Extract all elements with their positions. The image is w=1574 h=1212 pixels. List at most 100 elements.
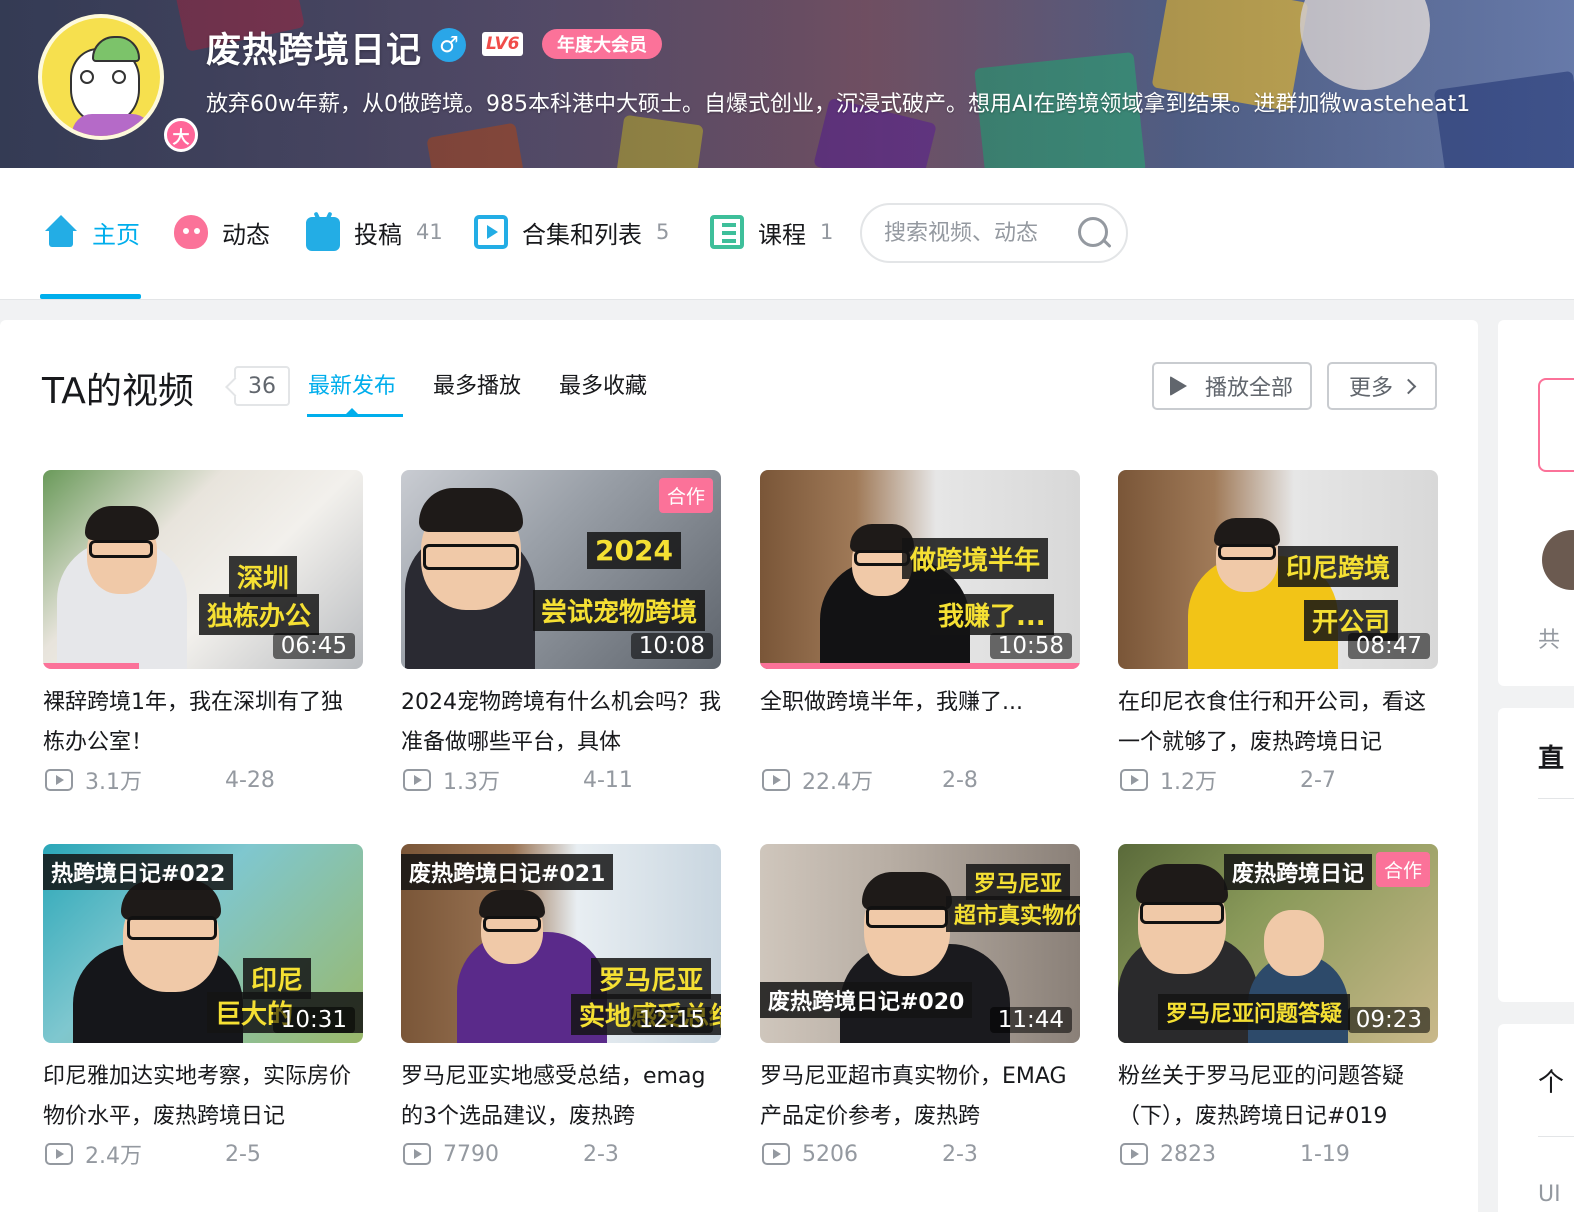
video-card[interactable]: 热跨境日记#022 印尼 巨大的 10:31 印尼雅加达实地考察，实际房价物价水… [43, 844, 363, 1169]
level-badge: LV6 [482, 32, 524, 56]
play-count-icon [45, 769, 73, 791]
video-duration: 08:47 [1347, 633, 1430, 659]
chevron-right-icon [1400, 378, 1417, 394]
video-duration: 11:44 [989, 1007, 1072, 1033]
divider [1538, 798, 1574, 799]
tv-icon [306, 217, 340, 251]
play-count-icon [403, 769, 431, 791]
video-thumbnail[interactable]: 做跨境半年 我赚了... 10:58 [760, 470, 1080, 669]
video-title[interactable]: 在印尼衣食住行和开公司，看这一个就够了，废热跨境日记 [1118, 683, 1438, 763]
view-count: 2823 [1160, 1141, 1216, 1167]
uploads-count: 41 [416, 220, 443, 244]
video-meta: 7790 2-3 [401, 1139, 721, 1169]
sidebar-fans-text: 共 [1538, 628, 1561, 653]
play-icon [1170, 376, 1187, 396]
video-duration: 10:31 [272, 1007, 355, 1033]
view-count: 2.4万 [85, 1144, 142, 1169]
video-thumbnail[interactable]: 罗马尼亚 超市真实物价 废热跨境日记#020 11:44 [760, 844, 1080, 1043]
avatar[interactable] [1542, 530, 1574, 590]
video-thumbnail[interactable]: 废热跨境日记 罗马尼亚问题答疑 合作 09:23 [1118, 844, 1438, 1043]
thumbnail-caption: 罗马尼亚 [966, 864, 1071, 900]
view-count: 1.2万 [1160, 770, 1217, 795]
video-title[interactable]: 粉丝关于罗马尼亚的问题答疑（下），废热跨境日记#019 [1118, 1057, 1438, 1137]
play-count-icon [762, 769, 790, 791]
divider [1538, 1136, 1574, 1137]
video-title[interactable]: 全职做跨境半年，我赚了... [760, 683, 1080, 763]
video-card[interactable]: 深圳 独栋办公 06:45 裸辞跨境1年，我在深圳有了独栋办公室！ 3.1万 4… [43, 470, 363, 795]
search-input[interactable] [884, 220, 1074, 246]
tab-dynamic[interactable]: 动态 [174, 212, 270, 252]
play-count-icon [762, 1143, 790, 1165]
watch-progress [760, 663, 1080, 669]
video-card[interactable]: 印尼跨境 开公司 08:47 在印尼衣食住行和开公司，看这一个就够了，废热跨境日… [1118, 470, 1438, 795]
thumbnail-caption: 超市真实物价 [946, 896, 1080, 932]
search-icon[interactable] [1078, 217, 1110, 249]
video-duration: 09:23 [1347, 1007, 1430, 1033]
search-box [860, 203, 1128, 263]
cooperation-badge: 合作 [658, 478, 713, 513]
video-card[interactable]: 废热跨境日记 罗马尼亚问题答疑 合作 09:23 粉丝关于罗马尼亚的问题答疑（下… [1118, 844, 1438, 1169]
video-card[interactable]: 废热跨境日记#021 罗马尼亚 实地感受总结 12:15 罗马尼亚实地感受总结，… [401, 844, 721, 1169]
video-thumbnail[interactable]: 废热跨境日记#021 罗马尼亚 实地感受总结 12:15 [401, 844, 721, 1043]
video-meta: 1.3万 4-11 [401, 765, 721, 795]
video-title[interactable]: 罗马尼亚实地感受总结，emag的3个选品建议，废热跨 [401, 1057, 721, 1137]
tab-collections[interactable]: 合集和列表 5 [474, 212, 669, 252]
publish-date: 2-3 [942, 1141, 978, 1167]
course-icon [710, 215, 744, 249]
sort-indicator [307, 414, 403, 417]
avatar[interactable]: 大 [38, 14, 198, 152]
thumbnail-caption: 我赚了... [930, 594, 1054, 635]
more-button[interactable]: 更多 [1327, 362, 1437, 410]
video-meta: 2823 1-19 [1118, 1139, 1438, 1169]
big-member-badge: 大 [164, 118, 198, 152]
video-duration: 10:58 [989, 633, 1072, 659]
courses-count: 1 [820, 220, 834, 244]
section-title: TA的视频 [42, 371, 194, 412]
vip-badge[interactable]: 年度大会员 [542, 29, 662, 59]
publish-date: 1-19 [1300, 1141, 1350, 1167]
tab-uploads[interactable]: 投稿 41 [306, 212, 443, 252]
video-thumbnail[interactable]: 深圳 独栋办公 06:45 [43, 470, 363, 669]
dynamic-icon [174, 215, 208, 249]
play-count-icon [1120, 769, 1148, 791]
video-thumbnail[interactable]: 热跨境日记#022 印尼 巨大的 10:31 [43, 844, 363, 1043]
video-meta: 2.4万 2-5 [43, 1139, 363, 1169]
video-card[interactable]: 做跨境半年 我赚了... 10:58 全职做跨境半年，我赚了... 22.4万 … [760, 470, 1080, 795]
sidebar-live-heading: 直 [1538, 744, 1565, 774]
video-title[interactable]: 裸辞跨境1年，我在深圳有了独栋办公室！ [43, 683, 363, 763]
tab-home[interactable]: 主页 [44, 212, 140, 252]
sort-latest[interactable]: 最新发布 [308, 368, 396, 400]
video-thumbnail[interactable]: 印尼跨境 开公司 08:47 [1118, 470, 1438, 669]
view-count: 5206 [802, 1141, 858, 1167]
video-title[interactable]: 2024宠物跨境有什么机会吗？我准备做哪些平台，具体 [401, 683, 721, 763]
publish-date: 2-8 [942, 767, 978, 793]
thumbnail-caption: 做跨境半年 [902, 538, 1049, 579]
user-signature: 放弃60w年薪，从0做跨境。985本科港中大硕士。自爆式创业，沉浸式破产。想用A… [206, 92, 1471, 117]
sidebar-action-box[interactable] [1538, 378, 1574, 472]
video-card[interactable]: 罗马尼亚 超市真实物价 废热跨境日记#020 11:44 罗马尼亚超市真实物价，… [760, 844, 1080, 1169]
video-meta: 22.4万 2-8 [760, 765, 1080, 795]
sort-most-favorited[interactable]: 最多收藏 [559, 368, 647, 400]
video-title[interactable]: 印尼雅加达实地考察，实际房价物价水平，废热跨境日记 [43, 1057, 363, 1137]
video-duration: 06:45 [272, 633, 355, 659]
sidebar-stats-card: 共 [1498, 320, 1574, 686]
play-count-icon [403, 1143, 431, 1165]
thumbnail-caption: 2024 [587, 532, 681, 569]
sidebar-live-card: 直 [1498, 708, 1574, 1002]
sidebar-personal-card: 个 UI [1498, 1024, 1574, 1212]
publish-date: 4-28 [225, 767, 275, 793]
sort-most-played[interactable]: 最多播放 [433, 368, 521, 400]
video-title[interactable]: 罗马尼亚超市真实物价，EMAG产品定价参考，废热跨 [760, 1057, 1080, 1137]
cooperation-badge: 合作 [1375, 852, 1430, 887]
play-count-icon [1120, 1143, 1148, 1165]
username: 废热跨境日记 [206, 31, 423, 71]
play-all-button[interactable]: 播放全部 [1152, 362, 1312, 410]
video-card[interactable]: 2024 尝试宠物跨境 合作 10:08 2024宠物跨境有什么机会吗？我准备做… [401, 470, 721, 795]
thumbnail-caption: 废热跨境日记#021 [401, 854, 614, 890]
play-count-icon [45, 1143, 73, 1165]
view-count: 22.4万 [802, 770, 873, 795]
tab-courses[interactable]: 课程 1 [710, 212, 833, 252]
video-thumbnail[interactable]: 2024 尝试宠物跨境 合作 10:08 [401, 470, 721, 669]
thumbnail-caption: 罗马尼亚问题答疑 [1158, 994, 1351, 1030]
publish-date: 2-5 [225, 1141, 261, 1167]
